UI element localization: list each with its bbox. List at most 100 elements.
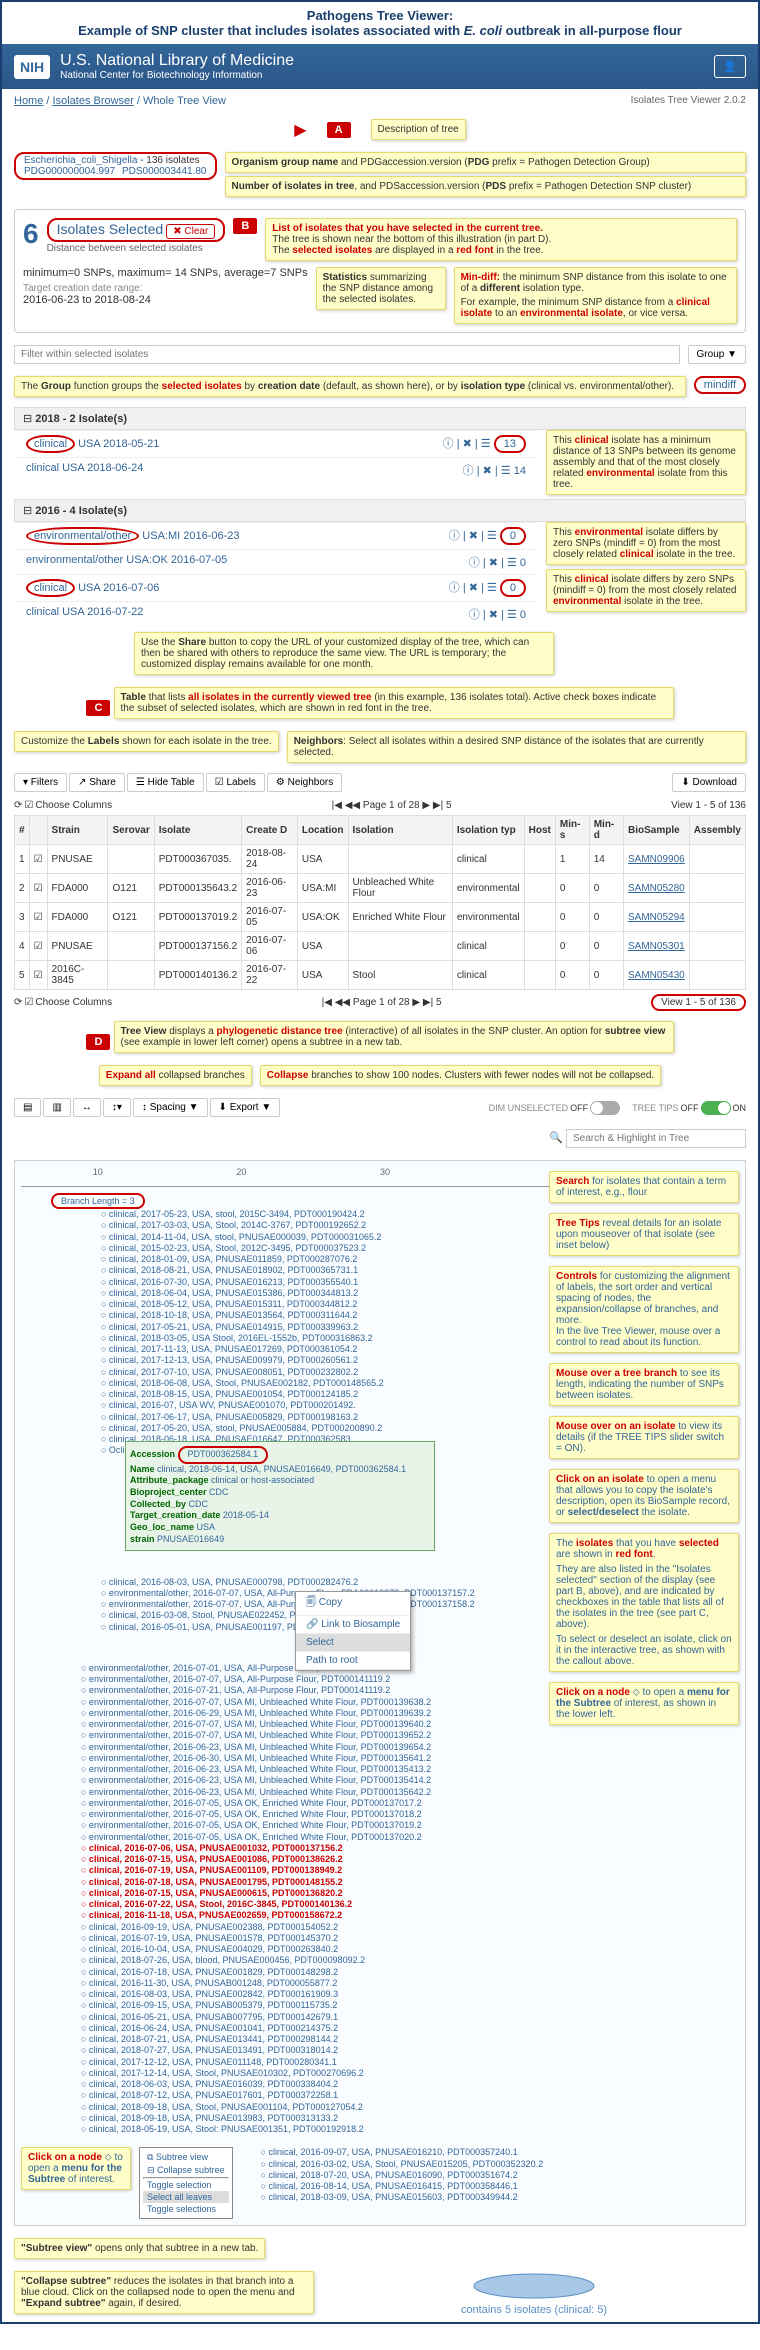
tree-leaf[interactable]: ○ clinical, 2018-09-18, USA, PNUSAE01398… xyxy=(81,2113,511,2124)
share-button[interactable]: ↗ Share xyxy=(69,773,125,792)
tree-leaf[interactable]: ○ clinical, 2018-06-03, USA, PNUSAE01603… xyxy=(81,2079,511,2090)
tree-leaf[interactable]: ○ clinical, 2017-12-13, USA, PNUSAE00997… xyxy=(101,1355,531,1366)
choose-columns-button[interactable]: Choose Columns xyxy=(35,800,112,811)
tree-leaf[interactable]: ○ clinical, 2016-07-19, USA, PNUSAE00157… xyxy=(81,1933,511,1944)
tree-leaf[interactable]: ○ clinical, 2018-01-09, USA, PNUSAE01185… xyxy=(101,1254,531,1265)
tree-leaf[interactable]: ○ clinical, 2017-05-20, USA, stool, PNUS… xyxy=(101,1423,531,1434)
filter-input[interactable] xyxy=(14,345,680,364)
sort-button[interactable]: ↕▾ xyxy=(103,1098,131,1117)
tree-leaf[interactable]: ○ clinical, 2016-05-21, USA, PNUSAB00779… xyxy=(81,2012,511,2023)
tree-leaf[interactable]: ○ environmental/other, 2016-07-07, USA M… xyxy=(81,1719,511,1730)
tree-leaf[interactable]: ○ clinical, 2018-08-15, USA, PNUSAE00105… xyxy=(101,1389,531,1400)
tree-leaf[interactable]: ○ environmental/other, 2016-07-05, USA O… xyxy=(81,1820,511,1831)
table-row[interactable]: 3☑FDA000O121PDT000137019.22016-07-05USA:… xyxy=(15,903,746,932)
dim-switch[interactable] xyxy=(590,1101,620,1115)
tips-switch[interactable] xyxy=(701,1101,731,1115)
menu-path-root[interactable]: Path to root xyxy=(296,1652,410,1670)
subtree-menu[interactable]: ⧉ Subtree view ⊟ Collapse subtree Toggle… xyxy=(139,2147,233,2219)
tree-leaf[interactable]: ○ clinical, 2015-02-23, USA, Stool, 2012… xyxy=(101,1243,531,1254)
menu-toggle-selection[interactable]: Toggle selection xyxy=(143,2179,229,2191)
tree-leaf[interactable]: ○ clinical, 2017-12-12, USA, PNUSAE01114… xyxy=(81,2057,511,2068)
collapse-button[interactable]: ▥ xyxy=(43,1098,70,1117)
list-item[interactable]: clinical USA 2016-07-06ⓘ | ✖ | ☰ 0 xyxy=(14,574,538,601)
table-row[interactable]: 5☑2016C-3845PDT000140136.22016-07-22USAS… xyxy=(15,961,746,990)
tree-leaf[interactable]: ○ clinical, 2016-11-18, USA, PNUSAE00265… xyxy=(81,1910,511,1921)
tree-leaf[interactable]: ○ clinical, 2018-05-12, USA, PNUSAE01531… xyxy=(101,1299,531,1310)
tree-leaf[interactable]: ○ clinical, 2018-08-21, USA, PNUSAE01890… xyxy=(101,1265,531,1276)
tree-leaf[interactable]: ○ clinical, 2017-05-23, USA, stool, 2015… xyxy=(101,1209,531,1220)
tree-leaf[interactable]: ○ clinical, 2016-03-02, USA, Stool, PNUS… xyxy=(261,2159,739,2170)
tree-leaf[interactable]: ○ clinical, 2016-08-03, USA, PNUSAE00284… xyxy=(81,1989,511,2000)
tree-leaf[interactable]: ○ clinical, 2018-03-09, USA, PNUSAE01560… xyxy=(261,2192,739,2203)
neighbors-button[interactable]: ⚙ Neighbors xyxy=(267,773,342,792)
tree-leaf[interactable]: ○ environmental/other, 2016-07-05, USA O… xyxy=(81,1809,511,1820)
tree-leaf[interactable]: ○ clinical, 2016-08-14, USA, PNUSAE01641… xyxy=(261,2181,739,2192)
tree-leaf[interactable]: ○ clinical, 2018-09-18, USA, Stool, PNUS… xyxy=(81,2102,511,2113)
tree-leaf[interactable]: ○ environmental/other, 2016-06-23, USA M… xyxy=(81,1742,511,1753)
menu-collapse-subtree[interactable]: ⊟ Collapse subtree xyxy=(143,2164,229,2177)
tree-leaf[interactable]: ○ clinical, 2016-10-04, USA, PNUSAE00402… xyxy=(81,1944,511,1955)
tree-leaf[interactable]: ○ clinical, 2018-06-08, USA, Stool, PNUS… xyxy=(101,1378,531,1389)
list-item[interactable]: clinical USA 2016-07-22ⓘ | ✖ | ☰ 0 xyxy=(14,601,538,626)
tree-leaf[interactable]: ○ clinical, 2018-07-12, USA, PNUSAE01760… xyxy=(81,2090,511,2101)
tree-leaf[interactable]: ○ clinical, 2017-05-21, USA, PNUSAE01491… xyxy=(101,1322,531,1333)
tree-leaf[interactable]: ○ environmental/other, 2016-06-23, USA M… xyxy=(81,1764,511,1775)
tree-leaf[interactable]: ○ clinical, 2016-11-30, USA, PNUSAB00124… xyxy=(81,1978,511,1989)
align-button[interactable]: ↔ xyxy=(73,1098,101,1117)
tree-leaf[interactable]: ○ clinical, 2018-07-27, USA, PNUSAE01349… xyxy=(81,2045,511,2056)
tree-leaf[interactable]: ○ clinical, 2016-07-19, USA, PNUSAE00110… xyxy=(81,1865,511,1876)
tree-leaf[interactable]: ○ clinical, 2016-07-18, USA, PNUSAE00182… xyxy=(81,1967,511,1978)
tree-leaf[interactable]: ○ clinical, 2017-03-03, USA, Stool, 2014… xyxy=(101,1220,531,1231)
pager-last[interactable]: ▶| xyxy=(433,800,443,811)
breadcrumb-home[interactable]: Home xyxy=(14,95,43,107)
menu-copy[interactable]: 🗐 Copy xyxy=(296,1592,410,1616)
isolate-context-menu[interactable]: 🗐 Copy 🔗 Link to Biosample Select Path t… xyxy=(295,1591,411,1671)
expand-button[interactable]: ▤ xyxy=(14,1098,41,1117)
tree-leaf[interactable]: ○ clinical, 2016-07-06, USA, PNUSAE00103… xyxy=(81,1843,511,1854)
table-row[interactable]: 4☑PNUSAEPDT000137156.22016-07-06USAclini… xyxy=(15,932,746,961)
pager-next[interactable]: ▶ xyxy=(422,800,430,811)
tree-leaf[interactable]: ○ clinical, 2014-11-04, USA, stool, PNUS… xyxy=(101,1232,531,1243)
year-2016-header[interactable]: ⊟ 2016 - 4 Isolate(s) xyxy=(14,499,746,522)
tree-leaf[interactable]: ○ clinical, 2018-10-18, USA, PNUSAE01356… xyxy=(101,1310,531,1321)
list-item[interactable]: clinical USA 2018-05-21ⓘ | ✖ | ☰ 13 xyxy=(14,430,538,457)
spacing-button[interactable]: ↕ Spacing ▼ xyxy=(133,1098,208,1117)
menu-select-all-leaves[interactable]: Select all leaves xyxy=(143,2191,229,2203)
menu-link-biosample[interactable]: 🔗 Link to Biosample xyxy=(296,1616,410,1634)
tree-leaf[interactable]: ○ clinical, 2016-07-30, USA, PNUSAE01621… xyxy=(101,1277,531,1288)
tree-leaf[interactable]: ○ clinical, 2016-07-18, USA, PNUSAE00179… xyxy=(81,1877,511,1888)
tree-leaf[interactable]: ○ environmental/other, 2016-06-23, USA M… xyxy=(81,1775,511,1786)
download-button[interactable]: ⬇ Download xyxy=(672,773,746,792)
tree-leaf[interactable]: ○ clinical, 2016-07-15, USA, PNUSAE00061… xyxy=(81,1888,511,1899)
tree-leaf[interactable]: ○ clinical, 2016-07-22, USA, Stool, 2016… xyxy=(81,1899,511,1910)
tree-leaf[interactable]: ○ clinical, 2018-07-20, USA, PNUSAE01609… xyxy=(261,2170,739,2181)
tree-leaf[interactable]: ○ clinical, 2018-03-05, USA Stool, 2016E… xyxy=(101,1333,531,1344)
list-item[interactable]: environmental/other USA:MI 2016-06-23ⓘ |… xyxy=(14,522,538,549)
tree-leaf[interactable]: ○ environmental/other, 2016-07-07, USA M… xyxy=(81,1730,511,1741)
tree-leaf[interactable]: ○ clinical, 2018-07-26, USA, blood, PNUS… xyxy=(81,1955,511,1966)
tree-leaf[interactable]: ○ environmental/other, 2016-07-07, USA M… xyxy=(81,1697,511,1708)
group-button[interactable]: Group ▼ xyxy=(688,345,746,364)
tree-leaf[interactable]: ○ environmental/other, 2016-06-29, USA M… xyxy=(81,1708,511,1719)
breadcrumb-isolates[interactable]: Isolates Browser xyxy=(53,95,134,107)
table-row[interactable]: 1☑PNUSAEPDT000367035.2018-08-24USAclinic… xyxy=(15,845,746,874)
menu-subtree-view[interactable]: ⧉ Subtree view xyxy=(143,2151,229,2164)
tree-leaf[interactable]: ○ clinical, 2017-11-13, USA, PNUSAE01726… xyxy=(101,1344,531,1355)
tree-leaf[interactable]: ○ clinical, 2016-08-03, USA, PNUSAE00079… xyxy=(101,1577,531,1588)
clear-button[interactable]: ✖ Clear xyxy=(166,224,215,239)
tree-leaf[interactable]: ○ clinical, 2016-07-15, USA, PNUSAE00108… xyxy=(81,1854,511,1865)
filters-button[interactable]: ▾ Filters xyxy=(14,773,67,792)
menu-select[interactable]: Select xyxy=(296,1634,410,1652)
tree-leaf[interactable]: ○ environmental/other, 2016-06-23, USA M… xyxy=(81,1787,511,1798)
tree-leaf[interactable]: ○ clinical, 2017-07-10, USA, PNUSAE00805… xyxy=(101,1367,531,1378)
tree-leaf[interactable]: ○ clinical, 2016-07, USA WV, PNUSAE00107… xyxy=(101,1400,531,1411)
tree-leaf[interactable]: ○ environmental/other, 2016-07-05, USA O… xyxy=(81,1832,511,1843)
labels-button[interactable]: ☑ Labels xyxy=(206,773,265,792)
list-item[interactable]: environmental/other USA:OK 2016-07-05ⓘ |… xyxy=(14,549,538,574)
tree-leaf[interactable]: ○ environmental/other, 2016-07-21, USA, … xyxy=(81,1685,511,1696)
tree-leaf[interactable]: ○ clinical, 2016-09-07, USA, PNUSAE01621… xyxy=(261,2147,739,2158)
export-button[interactable]: ⬇ Export ▼ xyxy=(210,1098,281,1117)
tree-view[interactable]: 10 20 30 Search for isolates that contai… xyxy=(14,1160,746,2226)
tree-leaf[interactable]: ○ clinical, 2016-09-19, USA, PNUSAE00238… xyxy=(81,1922,511,1933)
year-2018-header[interactable]: ⊟ 2018 - 2 Isolate(s) xyxy=(14,407,746,430)
